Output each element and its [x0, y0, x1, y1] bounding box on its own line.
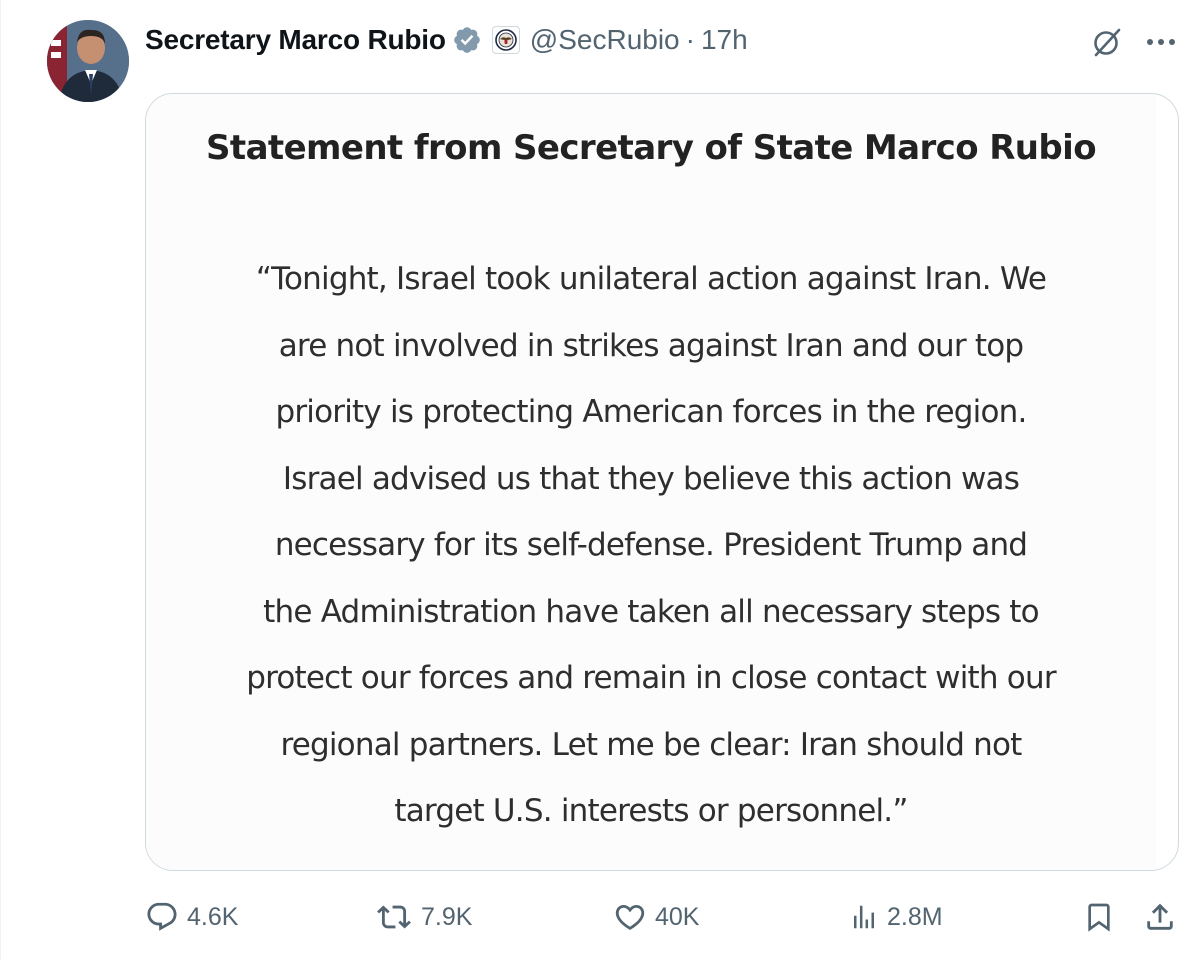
repost-count: 7.9K [421, 902, 473, 931]
bookmark-button[interactable] [1083, 892, 1115, 942]
statement-line: the Administration have taken all necess… [263, 593, 1039, 630]
separator-dot: · [685, 24, 695, 55]
display-name[interactable]: Secretary Marco Rubio [145, 24, 446, 56]
statement-image: Statement from Secretary of State Marco … [146, 94, 1156, 870]
heart-icon [615, 904, 645, 930]
more-button[interactable] [1141, 22, 1181, 62]
timestamp[interactable]: 17h [701, 24, 748, 56]
tweet: Secretary Marco Rubio @SecRubio · 17h St… [0, 0, 1202, 960]
grok-button[interactable] [1087, 22, 1127, 62]
analytics-icon [854, 905, 874, 929]
statement-line: regional partners. Let me be clear: Iran… [280, 726, 1022, 763]
tweet-header: Secretary Marco Rubio @SecRubio · 17h [145, 18, 748, 62]
statement-line: protect our forces and remain in close c… [246, 660, 1056, 696]
bookmark-icon [1088, 903, 1110, 932]
verified-badge-icon[interactable] [452, 25, 482, 55]
reply-icon [147, 902, 177, 931]
statement-line: target U.S. interests or personnel.” [394, 793, 908, 829]
statement-line: necessary for its self-defense. Presiden… [274, 527, 1028, 563]
statement-title: Statement from Secretary of State Marco … [206, 128, 1097, 168]
repost-icon [377, 905, 411, 929]
media-image[interactable]: Statement from Secretary of State Marco … [145, 93, 1179, 871]
repost-button[interactable]: 7.9K [375, 892, 472, 942]
avatar[interactable] [47, 20, 129, 102]
share-button[interactable] [1143, 892, 1177, 942]
reply-button[interactable]: 4.6K [145, 892, 238, 942]
statement-line: are not involved in strikes against Iran… [278, 327, 1024, 364]
state-department-seal-icon[interactable] [491, 26, 520, 54]
views-count: 2.8M [887, 902, 943, 931]
share-icon [1147, 903, 1173, 930]
action-bar: 4.6K 7.9K 40K 2.8M [1, 892, 1202, 942]
statement-body: “Tonight, Israel took unilateral action … [176, 246, 1126, 845]
like-button[interactable]: 40K [613, 892, 699, 942]
more-horizontal-icon [1147, 39, 1175, 45]
like-count: 40K [655, 902, 700, 931]
user-handle[interactable]: @SecRubio [530, 24, 680, 56]
portrait-avatar [47, 20, 129, 102]
statement-line: “Tonight, Israel took unilateral action … [255, 261, 1047, 297]
reply-count: 4.6K [187, 902, 239, 931]
statement-line: Israel advised us that they believe this… [282, 460, 1020, 497]
statement-line: priority is protecting American forces i… [275, 394, 1027, 430]
views-button[interactable]: 2.8M [849, 892, 943, 942]
grok-icon [1094, 28, 1121, 57]
